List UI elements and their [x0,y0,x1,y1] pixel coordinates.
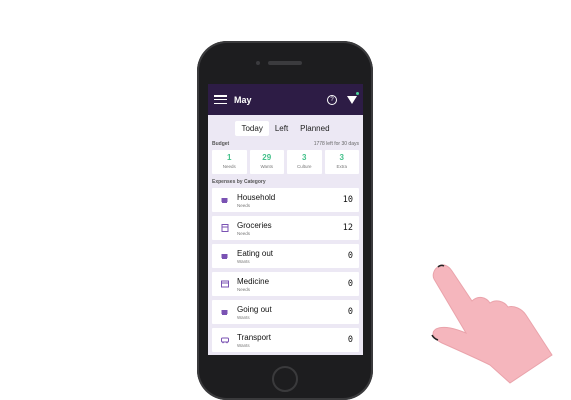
earpiece-speaker [268,61,302,65]
category-amount: 0 [347,251,353,261]
filter-icon[interactable] [347,91,359,105]
category-name: Household [237,192,276,202]
category-amount: 0 [347,335,353,345]
budget-name: Extra [336,164,347,169]
category-name: Groceries [237,220,272,230]
app-bar: May ? [208,84,363,115]
front-camera [256,61,260,65]
budget-cards: 1 Needs 29 Wants 3 Culture 3 Extra [208,150,363,174]
app-screen: May ? Today Left Planned Budget 1778 lef… [208,84,363,355]
pointing-hand-illustration [431,264,553,384]
category-amount: 0 [347,279,353,289]
category-list: Household Needs 10 Groceries Needs 12 Ea… [208,188,363,352]
category-type: Wants [237,314,250,320]
budget-name: Wants [260,164,274,169]
budget-label: Budget [212,141,230,147]
budget-name: Culture [296,164,312,169]
budget-card-extra[interactable]: 3 Extra [324,150,359,174]
category-groceries[interactable]: Groceries Needs 12 [212,216,359,240]
medicine-icon [221,280,229,288]
help-icon[interactable]: ? [327,94,337,105]
category-amount: 0 [347,307,353,317]
budget-value: 1 [227,153,232,162]
expenses-label: Expenses by Category [212,179,266,185]
category-going-out[interactable]: Going out Wants 0 [212,300,359,324]
tab-left[interactable]: Left [269,121,294,136]
category-name: Eating out [237,248,274,258]
budget-left-text: 1778 left for 30 days [313,141,359,147]
transport-icon [221,336,229,344]
budget-name: Needs [222,164,236,169]
page-title: May [234,94,252,105]
category-amount: 12 [342,223,353,233]
category-name: Medicine [237,276,270,286]
groceries-icon [221,224,229,232]
category-name: Going out [237,304,272,314]
category-transport[interactable]: Transport Wants 0 [212,328,359,352]
category-amount: 10 [342,195,353,205]
tab-today[interactable]: Today [235,121,269,136]
period-tabs: Today Left Planned [208,121,363,136]
household-icon [221,196,229,204]
going-out-icon [221,308,229,316]
tab-planned[interactable]: Planned [294,121,335,136]
category-type: Needs [237,202,251,208]
category-medicine[interactable]: Medicine Needs 0 [212,272,359,296]
category-type: Wants [237,258,250,264]
category-type: Needs [237,286,251,292]
budget-card-culture[interactable]: 3 Culture [287,150,322,174]
budget-value: 3 [339,153,344,162]
category-eating-out[interactable]: Eating out Wants 0 [212,244,359,268]
category-name: Transport [237,332,271,342]
budget-value: 29 [262,153,272,162]
budget-card-needs[interactable]: 1 Needs [212,150,247,174]
notification-dot [356,91,359,95]
home-button[interactable] [272,366,298,392]
hamburger-menu-icon[interactable] [214,95,227,104]
category-type: Wants [237,342,250,348]
budget-header: Budget 1778 left for 30 days [208,141,363,147]
budget-card-wants[interactable]: 29 Wants [249,150,284,174]
category-type: Needs [237,230,251,236]
category-household[interactable]: Household Needs 10 [212,188,359,212]
budget-value: 3 [302,153,307,162]
eating-out-icon [221,252,229,260]
